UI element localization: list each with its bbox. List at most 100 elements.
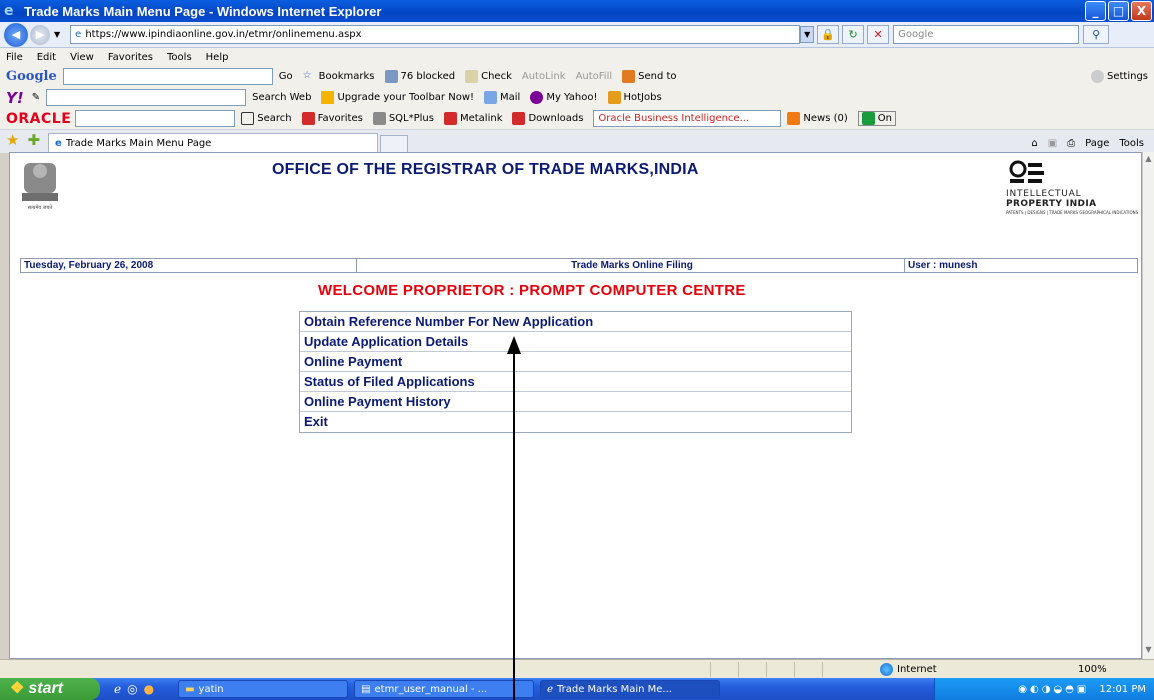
start-button[interactable]: ❖ start [0,678,100,700]
stop-icon[interactable]: ✕ [867,25,890,44]
home-icon[interactable]: ⌂ [1031,138,1037,149]
hotjobs-label: HotJobs [623,92,662,103]
pencil-icon[interactable]: ✎ [32,92,40,103]
menu-edit[interactable]: Edit [37,52,56,63]
welcome-heading: WELCOME PROPRIETOR : PROMPT COMPUTER CEN… [318,282,746,299]
page-menu-button[interactable]: Page [1085,138,1109,149]
menu-online-payment[interactable]: Online Payment [300,352,851,372]
status-divider [766,661,767,677]
yahoo-upgrade-link[interactable]: Upgrade your Toolbar Now! [321,91,474,104]
sqlplus-label: SQL*Plus [388,113,434,124]
google-bookmarks-button[interactable]: ☆ Bookmarks [303,70,375,83]
my-yahoo-button[interactable]: My Yahoo! [530,91,598,104]
tab-trade-marks-main-menu[interactable]: e Trade Marks Main Menu Page [48,133,379,153]
google-settings-button[interactable]: Settings [1090,70,1148,83]
ie-page-icon: e [55,138,62,149]
sqlplus-button[interactable]: SQL*Plus [372,112,434,125]
menu-online-payment-history[interactable]: Online Payment History [300,392,851,412]
zoom-level[interactable]: 100% [1078,664,1107,675]
page-icon: e [75,29,82,40]
autolink-button[interactable]: AutoLink [522,71,566,82]
rss-news-label: News (0) [803,113,848,124]
lock-icon[interactable]: 🔒 [817,25,840,44]
google-search-combo[interactable] [62,68,273,85]
print-icon[interactable]: ⎙ [1067,138,1075,149]
address-row: ◀ ▶ ▼ e https://www.ipindiaonline.gov.in… [0,22,1154,48]
tools-menu-button[interactable]: Tools [1119,138,1144,149]
national-emblem-icon: सत्यमेव जयते [22,163,58,211]
menu-favorites[interactable]: Favorites [108,52,153,63]
status-bar: Internet 100% [0,659,1154,678]
maximize-button[interactable]: □ [1108,1,1129,21]
window-titlebar[interactable]: e Trade Marks Main Menu Page - Windows I… [0,0,1154,22]
clock: 12:01 PM [1099,683,1146,695]
ip-logo-india: INDIA [1065,199,1097,209]
address-bar[interactable]: e https://www.ipindiaonline.gov.in/etmr/… [70,25,801,44]
minimize-button[interactable]: _ [1085,1,1106,21]
downloads-button[interactable]: Downloads [512,112,583,125]
close-button[interactable]: X [1131,1,1152,21]
oracle-search-button[interactable]: Search [241,112,292,125]
menu-tools[interactable]: Tools [167,52,192,63]
yahoo-search-input[interactable] [46,89,247,106]
hotjobs-button[interactable]: HotJobs [607,91,662,104]
my-yahoo-label: My Yahoo! [546,92,598,103]
address-dropdown-icon[interactable]: ▼ [800,26,815,43]
menu-file[interactable]: File [6,52,23,63]
address-url: https://www.ipindiaonline.gov.in/etmr/on… [85,29,362,40]
oracle-favorites-label: Favorites [317,113,363,124]
popup-blocked-button[interactable]: 76 blocked [384,70,455,83]
ie-quicklaunch-icon[interactable]: ℯ [114,682,121,696]
magnifier-icon [241,112,255,125]
history-dropdown-icon[interactable]: ▼ [54,30,60,39]
oracle-favorites-button[interactable]: Favorites [301,112,363,125]
menu-status-filed-applications[interactable]: Status of Filed Applications [300,372,851,392]
ip-logo-property: PROPERTY [1006,199,1066,209]
oracle-search-combo[interactable] [75,110,236,127]
warning-icon [321,91,335,104]
scroll-up-icon[interactable]: ▲ [1143,154,1154,166]
quick-launch: ℯ ◎ ● [114,682,154,696]
tray-icons[interactable]: ◉◐◑◒◓▣ [1018,684,1089,695]
refresh-icon[interactable]: ↻ [842,25,865,44]
menu-view[interactable]: View [70,52,94,63]
scroll-down-icon[interactable]: ▼ [1143,645,1154,657]
oracle-toolbar: ORACLE Search Favorites SQL*Plus Metalin… [0,108,1154,129]
search-icon[interactable]: ⚲ [1083,25,1110,44]
forward-button[interactable]: ▶ [30,24,50,45]
yahoo-search-web-button[interactable]: Search Web [252,92,311,103]
autofill-button[interactable]: AutoFill [576,71,613,82]
task-word-manual[interactable]: ▤ etmr_user_manual - ... [354,680,535,698]
yahoo-mail-button[interactable]: Mail [484,91,520,104]
google-go-button[interactable]: Go [279,71,293,82]
oracle-on-button[interactable]: On [857,111,896,126]
emblem-caption: सत्यमेव जयते [28,204,53,211]
oracle-bi-input[interactable]: Oracle Business Intelligence... [593,110,782,127]
sendto-button[interactable]: Send to [622,70,677,83]
google-toolbar: Google Go ☆ Bookmarks 76 blocked Check Au… [0,66,1154,87]
oracle-search-label: Search [257,113,292,124]
feeds-icon[interactable]: ▣ [1048,138,1057,149]
rss-news-button[interactable]: News (0) [787,112,848,125]
metalink-button[interactable]: Metalink [443,112,502,125]
favorites-center-icon[interactable]: ★ [6,131,19,149]
ip-logo-line3: PATENTS | DESIGNS | TRADE MARKS GEOGRAPH… [1006,210,1139,215]
menu-update-application-details[interactable]: Update Application Details [300,332,851,352]
vertical-scrollbar[interactable]: ▲ ▼ [1142,152,1154,659]
yahoo-mail-label: Mail [500,92,521,103]
task-ie-trade-marks[interactable]: ℯ Trade Marks Main Me... [540,680,721,698]
menu-exit[interactable]: Exit [300,412,851,432]
spellcheck-icon [465,70,479,83]
menu-obtain-reference-number[interactable]: Obtain Reference Number For New Applicat… [300,312,851,332]
search-input[interactable]: Google [893,25,1080,44]
add-favorite-icon[interactable]: ✚ [27,131,40,149]
star-icon: ☆ [302,70,312,81]
task-folder-yatin[interactable]: ▬ yatin [178,680,349,698]
window-controls: _ □ X [1085,1,1152,21]
new-tab-button[interactable] [380,135,409,153]
app-quicklaunch-icon[interactable]: ◎ [127,682,137,696]
back-button[interactable]: ◀ [4,22,28,47]
menu-help[interactable]: Help [206,52,229,63]
media-quicklaunch-icon[interactable]: ● [144,682,154,696]
spellcheck-button[interactable]: Check [465,70,512,83]
